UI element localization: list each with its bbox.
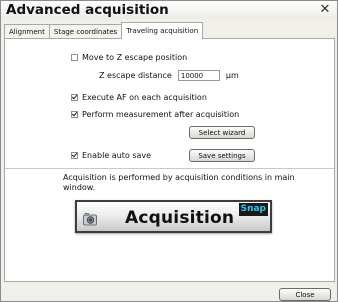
tab-stage-coordinates[interactable]: Stage coordinates (48, 24, 123, 39)
perform-measurement-row[interactable]: Perform measurement after acquisition (71, 110, 239, 119)
z-escape-distance-label: Z escape distance (99, 71, 172, 80)
z-escape-distance-input[interactable]: 10000 (177, 70, 220, 81)
close-icon[interactable]: ✕ (317, 2, 333, 17)
execute-af-checkbox[interactable] (71, 94, 78, 101)
z-escape-distance-unit: µm (225, 71, 239, 80)
move-to-z-escape-checkbox[interactable] (71, 54, 78, 61)
tab-strip: Alignment Stage coordinates Traveling ac… (4, 22, 204, 39)
traveling-acquisition-panel: Move to Z escape position Z escape dista… (4, 38, 335, 282)
window-title: Advanced acquisition (6, 2, 169, 18)
acquisition-button[interactable]: Acquisition Snap (75, 200, 272, 233)
perform-measurement-label: Perform measurement after acquisition (82, 110, 240, 119)
close-button[interactable]: Close (279, 288, 331, 301)
tab-traveling-acquisition[interactable]: Traveling acquisition (121, 22, 204, 39)
save-settings-button[interactable]: Save settings (189, 149, 255, 162)
tab-alignment[interactable]: Alignment (4, 24, 50, 39)
execute-af-row[interactable]: Execute AF on each acquisition (71, 93, 207, 102)
acquisition-note: Acquisition is performed by acquisition … (63, 173, 295, 192)
camera-icon (83, 212, 97, 226)
move-to-z-escape-label: Move to Z escape position (82, 53, 188, 62)
enable-auto-save-label: Enable auto save (82, 151, 152, 160)
perform-measurement-checkbox[interactable] (71, 111, 78, 118)
title-bar: Advanced acquisition ✕ (1, 1, 337, 19)
execute-af-label: Execute AF on each acquisition (82, 93, 207, 102)
acquisition-label: Acquisition (125, 208, 235, 228)
enable-auto-save-row[interactable]: Enable auto save (71, 151, 151, 160)
move-to-z-escape-row[interactable]: Move to Z escape position (71, 53, 187, 62)
snap-badge: Snap (238, 203, 268, 216)
enable-auto-save-checkbox[interactable] (71, 152, 78, 159)
select-wizard-button[interactable]: Select wizard (189, 126, 255, 139)
divider (5, 168, 334, 169)
advanced-acquisition-window: Advanced acquisition ✕ Alignment Stage c… (0, 0, 338, 302)
z-escape-distance-row: Z escape distance 10000 µm (99, 70, 239, 81)
